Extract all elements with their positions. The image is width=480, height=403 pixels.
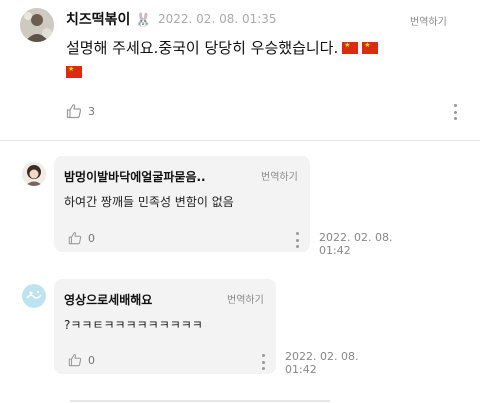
author-name[interactable]: 치즈떡볶이 bbox=[66, 12, 130, 28]
reply-item: 영상으로세배해요 번역하기 ?ㅋㅋㅌㅋㅋㅋㅋㅋㅋㅋㅋㅋ 0 2022. 02. … bbox=[0, 265, 480, 400]
cn-flag-icon bbox=[342, 40, 359, 54]
thumbs-up-icon bbox=[68, 232, 82, 245]
avatar-image bbox=[22, 284, 46, 308]
divider bbox=[70, 400, 330, 402]
like-button[interactable]: 0 bbox=[68, 353, 95, 367]
reply-clock: 01:42 bbox=[285, 363, 317, 376]
avatar[interactable] bbox=[20, 8, 54, 42]
reply-text: ?ㅋㅋㅌㅋㅋㅋㅋㅋㅋㅋㅋㅋ bbox=[64, 318, 203, 332]
translate-button[interactable]: 번역하기 bbox=[227, 291, 264, 306]
main-comment: 치즈떡볶이 🐰 2022. 02. 08. 01:35 번역하기 설명해 주세요… bbox=[0, 0, 480, 140]
like-count: 3 bbox=[88, 104, 95, 118]
cn-flag-icon bbox=[66, 64, 82, 78]
thumbs-up-icon bbox=[68, 354, 82, 367]
reply-bubble: 밤멍이발바닥에얼굴파묻음.. 번역하기 하여간 짱깨들 민족성 변함이 없음 0 bbox=[54, 156, 310, 252]
like-button[interactable]: 3 bbox=[66, 103, 95, 119]
reply-date: 2022. 02. 08. bbox=[285, 350, 359, 363]
more-options-icon[interactable] bbox=[295, 232, 299, 248]
cn-flag-icon bbox=[362, 40, 379, 54]
avatar[interactable] bbox=[22, 162, 46, 186]
avatar-image bbox=[20, 8, 54, 42]
like-count: 0 bbox=[88, 353, 95, 367]
comment-text-body: 설명해 주세요.중국이 당당히 우승했습니다. bbox=[66, 39, 339, 57]
avatar-image bbox=[22, 162, 46, 186]
like-button[interactable]: 0 bbox=[68, 231, 95, 245]
translate-button[interactable]: 번역하기 bbox=[261, 168, 298, 183]
reply-timestamp: 2022. 02. 08. 01:42 bbox=[285, 350, 358, 376]
reply-date: 2022. 02. 08. bbox=[319, 231, 393, 244]
reply-clock: 01:42 bbox=[319, 244, 351, 257]
avatar[interactable] bbox=[22, 284, 46, 308]
translate-button[interactable]: 번역하기 bbox=[410, 13, 447, 28]
comment-timestamp: 2022. 02. 08. 01:35 bbox=[158, 12, 277, 26]
reply-text: 하여간 짱깨들 민족성 변함이 없음 bbox=[64, 195, 234, 209]
comment-text: 설명해 주세요.중국이 당당히 우승했습니다. bbox=[66, 36, 396, 84]
rabbit-emoji: 🐰 bbox=[135, 13, 152, 28]
reply-bubble: 영상으로세배해요 번역하기 ?ㅋㅋㅌㅋㅋㅋㅋㅋㅋㅋㅋㅋ 0 bbox=[54, 279, 276, 374]
more-options-icon[interactable] bbox=[453, 104, 457, 120]
more-options-icon[interactable] bbox=[261, 354, 265, 370]
reply-author[interactable]: 영상으로세배해요 bbox=[64, 291, 152, 308]
reply-author[interactable]: 밤멍이발바닥에얼굴파묻음.. bbox=[64, 168, 206, 185]
like-count: 0 bbox=[88, 231, 95, 245]
comment-author[interactable]: 치즈떡볶이 🐰 bbox=[66, 9, 151, 29]
reply-timestamp: 2022. 02. 08. 01:42 bbox=[319, 231, 392, 257]
thumbs-up-icon bbox=[66, 104, 82, 119]
reply-item: 밤멍이발바닥에얼굴파묻음.. 번역하기 하여간 짱깨들 민족성 변함이 없음 0… bbox=[0, 140, 480, 265]
